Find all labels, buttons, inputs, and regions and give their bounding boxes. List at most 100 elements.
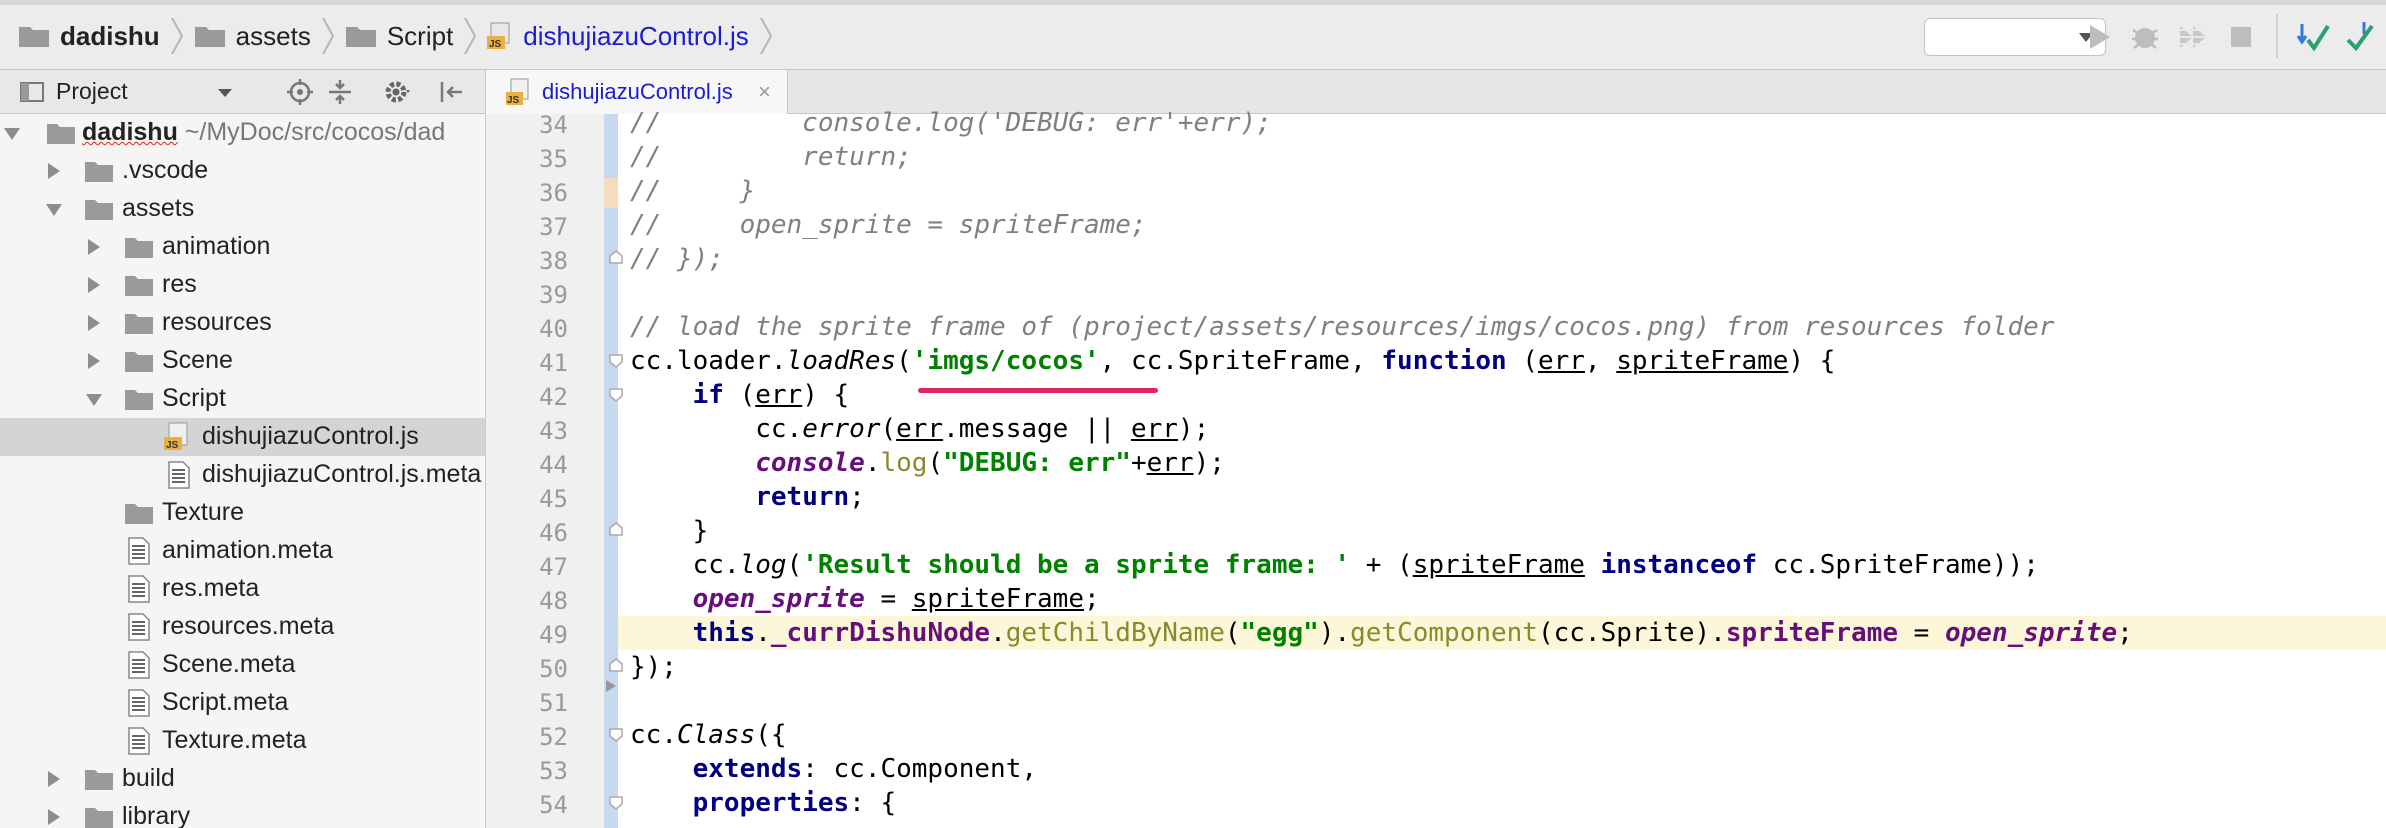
global-variable: console <box>755 448 865 478</box>
collapsed-arrow-icon[interactable] <box>88 277 100 293</box>
collapsed-arrow-icon[interactable] <box>48 809 60 825</box>
folder-icon <box>125 238 153 258</box>
tree-item-build[interactable]: build <box>0 760 485 798</box>
folder-icon <box>125 390 153 410</box>
method-name: log <box>880 448 928 478</box>
code-line-41: cc.loader.loadRes('imgs/cocos', cc.Sprit… <box>630 344 1835 378</box>
run-configuration-select[interactable] <box>1924 18 2106 56</box>
tree-item-label: Texture <box>162 498 244 526</box>
line-number: 41 <box>539 349 568 377</box>
tree-item-dishujiazu-meta[interactable]: dishujiazuControl.js.meta <box>0 456 485 494</box>
line-number: 39 <box>539 281 568 309</box>
vcs-update-icon[interactable] <box>2296 20 2330 54</box>
punct: ; <box>2117 618 2133 648</box>
line-number: 48 <box>539 587 568 615</box>
locate-file-icon[interactable] <box>286 78 314 106</box>
fold-end-icon[interactable] <box>608 522 624 538</box>
tree-item-script-meta[interactable]: Script.meta <box>0 684 485 722</box>
tree-item-assets[interactable]: assets <box>0 190 485 228</box>
project-tree: dadishu ~/MyDoc/src/cocos/dad .vscode as… <box>0 114 486 828</box>
punct: . <box>661 720 677 750</box>
chevron-down-icon[interactable] <box>218 89 232 97</box>
line-number: 50 <box>539 655 568 683</box>
tree-item-label: dishujiazuControl.js.meta <box>202 460 482 488</box>
folder-icon <box>85 770 113 790</box>
method-name: Class <box>676 720 756 750</box>
collapse-all-icon[interactable] <box>326 78 354 106</box>
hide-panel-icon[interactable] <box>438 78 466 106</box>
vcs-commit-icon[interactable] <box>2342 20 2376 54</box>
folder-icon <box>47 124 75 144</box>
code-line-36: // } <box>630 174 755 208</box>
punct: ; <box>1083 584 1100 614</box>
tree-item-dadishu[interactable]: dadishu ~/MyDoc/src/cocos/dad <box>0 114 485 152</box>
keyword: return <box>755 482 850 512</box>
collapsed-arrow-icon[interactable] <box>88 239 100 255</box>
line-number: 45 <box>539 485 568 513</box>
breadcrumb-item-dadishu[interactable]: dadishu <box>18 14 160 58</box>
fold-start-icon[interactable] <box>608 386 624 402</box>
collapsed-arrow-icon[interactable] <box>48 771 60 787</box>
tree-item-animation[interactable]: animation <box>0 228 485 266</box>
fold-start-icon[interactable] <box>608 352 624 368</box>
debug-icon[interactable] <box>2128 20 2162 54</box>
parameter: err <box>1130 414 1178 444</box>
collapsed-arrow-icon[interactable] <box>88 353 100 369</box>
tree-item-texture-meta[interactable]: Texture.meta <box>0 722 485 760</box>
gear-icon[interactable] <box>384 78 412 106</box>
punct: { <box>880 788 897 818</box>
tree-item-label: Script <box>162 384 226 412</box>
collapsed-arrow-icon[interactable] <box>48 163 60 179</box>
stop-icon[interactable] <box>2224 20 2258 54</box>
line-number: 47 <box>539 553 568 581</box>
fold-end-icon[interactable] <box>608 250 624 266</box>
run-icon[interactable] <box>2082 20 2116 54</box>
expanded-arrow-icon[interactable] <box>86 394 102 406</box>
collapsed-arrow-icon[interactable] <box>88 315 100 331</box>
punct <box>1585 550 1601 580</box>
expanded-arrow-icon[interactable] <box>4 128 20 140</box>
breadcrumb-label: assets <box>235 20 311 51</box>
tree-item-label: library <box>122 802 191 828</box>
tree-item-texture[interactable]: Texture <box>0 494 485 532</box>
keyword: this <box>692 618 756 648</box>
annotation-underline <box>918 388 1158 393</box>
breadcrumb-label: dadishu <box>60 20 160 51</box>
line-number: 34 <box>539 111 568 139</box>
fold-end-icon[interactable] <box>608 658 624 674</box>
tree-item-label: dadishu ~/MyDoc/src/cocos/dad <box>82 118 445 147</box>
tree-item-vscode[interactable]: .vscode <box>0 152 485 190</box>
close-icon[interactable]: × <box>758 79 771 105</box>
expanded-arrow-icon[interactable] <box>46 204 62 216</box>
tree-item-scene-meta[interactable]: Scene.meta <box>0 646 485 684</box>
folder-icon <box>125 504 153 524</box>
parameter: spriteFrame <box>1412 550 1585 580</box>
breadcrumb-item-assets[interactable]: assets <box>194 14 311 58</box>
tree-item-library[interactable]: library <box>0 798 485 828</box>
parameter: err <box>1146 448 1194 478</box>
fold-start-icon[interactable] <box>608 794 624 810</box>
coverage-icon[interactable] <box>2176 20 2210 54</box>
comment: // return; <box>630 142 912 172</box>
tree-item-animation-meta[interactable]: animation.meta <box>0 532 485 570</box>
navigation-bar: dadishu assets Script JS dishujiazuContr… <box>0 0 2386 70</box>
tree-item-scene[interactable]: Scene <box>0 342 485 380</box>
tree-item-script[interactable]: Script <box>0 380 485 418</box>
js-file-icon: JS <box>506 78 529 106</box>
tree-item-resources-meta[interactable]: resources.meta <box>0 608 485 646</box>
string-literal: "DEBUG: err" <box>943 448 1131 478</box>
project-panel-title[interactable]: Project <box>56 78 128 105</box>
svg-text:JS: JS <box>507 95 520 106</box>
tree-item-resources[interactable]: resources <box>0 304 485 342</box>
breadcrumb-item-file[interactable]: JS dishujiazuControl.js <box>487 14 749 58</box>
method-name: loadRes <box>786 346 897 376</box>
tree-item-res[interactable]: res <box>0 266 485 304</box>
fold-start-icon[interactable] <box>608 726 624 742</box>
identifier: cc <box>755 414 787 444</box>
keyword: properties <box>692 788 850 818</box>
tree-item-dishujiazu-js[interactable]: JS dishujiazuControl.js <box>0 418 485 456</box>
breadcrumb-label: dishujiazuControl.js <box>523 20 749 51</box>
tree-item-res-meta[interactable]: res.meta <box>0 570 485 608</box>
folder-icon <box>345 27 376 47</box>
breadcrumb-item-script[interactable]: Script <box>345 14 453 58</box>
